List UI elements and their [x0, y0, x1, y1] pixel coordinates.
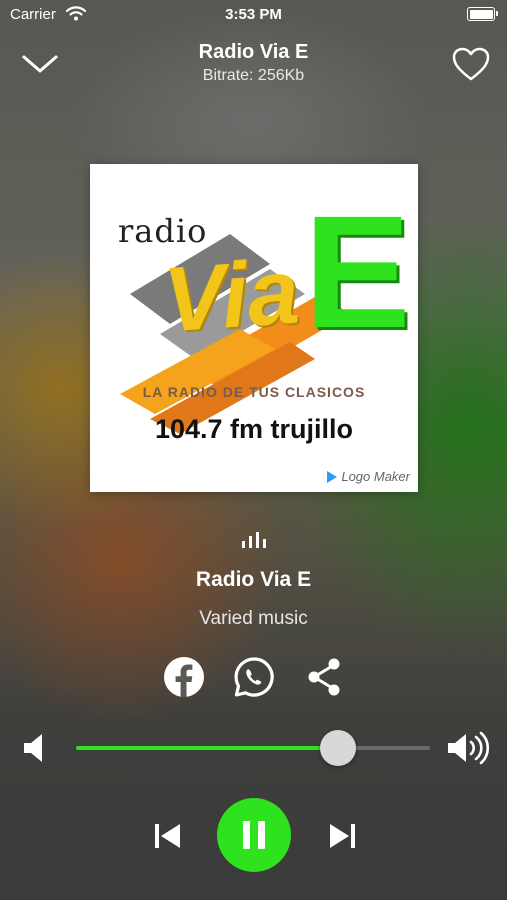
skip-previous-icon — [155, 824, 180, 848]
facebook-share-button[interactable] — [162, 655, 206, 699]
bitrate-label: Bitrate: 256Kb — [202, 67, 305, 84]
player-header: Radio Via E Bitrate: 256Kb — [0, 34, 507, 94]
logo-frequency: 104.7 fm trujillo — [154, 414, 354, 444]
facebook-icon — [164, 657, 204, 697]
volume-slider[interactable] — [76, 730, 430, 766]
favorite-button[interactable] — [449, 42, 493, 86]
volume-max-button[interactable] — [446, 728, 492, 768]
page-title: Radio Via E — [198, 41, 309, 63]
skip-next-icon — [330, 824, 355, 848]
pause-icon — [243, 821, 265, 849]
station-name: Radio Via E — [195, 568, 312, 591]
next-button[interactable] — [320, 814, 364, 858]
logo-maker-icon — [327, 470, 338, 483]
heart-icon — [452, 47, 490, 81]
playback-controls — [0, 798, 507, 874]
station-genre: Varied music — [199, 608, 308, 629]
station-artwork: radio Via E LA RADIO DE TUS CLASICOS 104… — [90, 164, 418, 492]
volume-fill — [76, 746, 338, 750]
logo-watermark: Logo Maker — [327, 469, 410, 484]
share-row — [0, 655, 507, 699]
status-time: 3:53 PM — [225, 6, 282, 23]
share-icon — [308, 658, 340, 696]
logo-slogan: LA RADIO DE TUS CLASICOS — [142, 384, 366, 400]
whatsapp-icon — [234, 657, 274, 697]
equalizer-icon — [240, 530, 268, 548]
whatsapp-share-button[interactable] — [232, 655, 276, 699]
logo-small-word: radio — [118, 212, 208, 250]
share-button[interactable] — [302, 655, 346, 699]
volume-min-button[interactable] — [22, 728, 46, 768]
watermark-text: Logo Maker — [341, 469, 410, 484]
previous-button[interactable] — [146, 814, 190, 858]
volume-thumb[interactable] — [320, 730, 356, 766]
volume-row — [0, 728, 507, 768]
pause-button[interactable] — [217, 798, 291, 872]
speaker-low-icon — [24, 734, 42, 762]
speaker-high-icon — [448, 731, 490, 765]
battery-icon — [467, 7, 498, 21]
logo-big-word: Via — [160, 240, 303, 352]
logo-letter: E — [304, 182, 411, 361]
status-bar: Carrier 3:53 PM — [0, 0, 507, 30]
